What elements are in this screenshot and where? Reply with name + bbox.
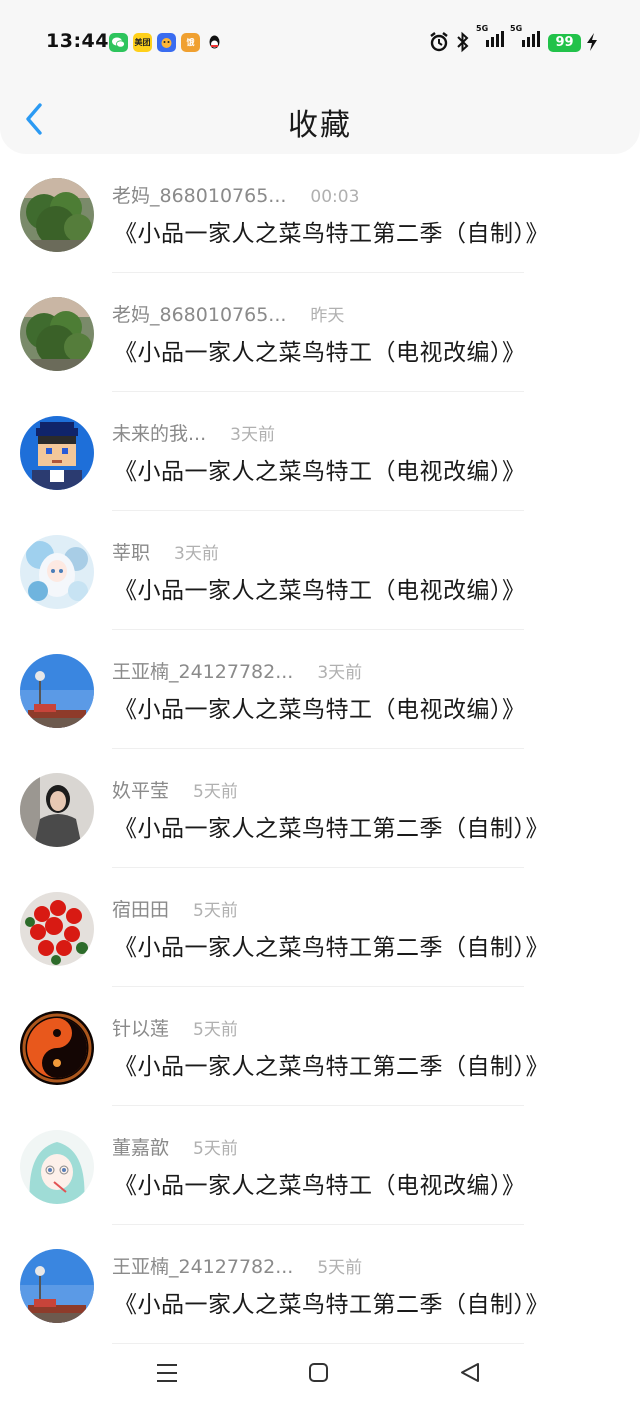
item-title: 《小品一家人之菜鸟特工第二季（自制）》 <box>114 816 549 842</box>
game-app-icon <box>157 33 176 52</box>
list-item[interactable]: 王亚楠_24127782... 5天前《小品一家人之菜鸟特工第二季（自制）》 <box>0 1225 640 1344</box>
item-meta: 宿田田 5天前 <box>112 895 238 923</box>
list-item[interactable]: 针以莲 5天前《小品一家人之菜鸟特工第二季（自制）》 <box>0 987 640 1106</box>
title-bar: 收藏 <box>0 92 640 148</box>
meituan-icon: 美团 <box>133 33 152 52</box>
item-title: 《小品一家人之菜鸟特工（电视改编）》 <box>114 340 526 366</box>
user-name: 针以莲 <box>112 1018 170 1040</box>
item-title: 《小品一家人之菜鸟特工（电视改编）》 <box>114 578 526 604</box>
list-item[interactable]: 王亚楠_24127782... 3天前《小品一家人之菜鸟特工（电视改编）》 <box>0 630 640 749</box>
home-square-icon <box>304 1363 334 1392</box>
header-area: 13:44 美团 饿 5G 5G 99 收藏 <box>0 0 640 154</box>
status-time: 13:44 <box>46 30 109 52</box>
item-title: 《小品一家人之菜鸟特工（电视改编）》 <box>114 459 526 485</box>
favorites-list: 老妈_868010765... 00:03 《小品一家人之菜鸟特工第二季（自制）》老… <box>0 154 640 1344</box>
menu-button[interactable] <box>152 1358 182 1388</box>
list-item[interactable]: 宿田田 5天前《小品一家人之菜鸟特工第二季（自制）》 <box>0 868 640 987</box>
item-time: 3天前 <box>317 663 363 683</box>
list-item[interactable]: 老妈_868010765... 00:03 《小品一家人之菜鸟特工第二季（自制）》 <box>0 154 640 273</box>
item-title: 《小品一家人之菜鸟特工（电视改编）》 <box>114 1173 526 1199</box>
item-meta: 董嘉歆 5天前 <box>112 1133 238 1161</box>
alarm-icon <box>429 31 449 53</box>
user-name: 莘职 <box>112 542 151 564</box>
bluetooth-icon <box>456 31 470 53</box>
favorites-page: 13:44 美团 饿 5G 5G 99 收藏 老妈_868010765... 0… <box>0 0 640 1406</box>
menu-icon <box>152 1364 182 1392</box>
avatar[interactable] <box>20 773 94 847</box>
system-nav-bar <box>0 1336 640 1406</box>
item-meta: 针以莲 5天前 <box>112 1014 238 1042</box>
user-name: 未来的我... <box>112 423 207 445</box>
item-meta: 王亚楠_24127782... 3天前 <box>112 657 362 685</box>
user-name: 宿田田 <box>112 899 170 921</box>
item-title: 《小品一家人之菜鸟特工第二季（自制）》 <box>114 1292 549 1318</box>
item-time: 5天前 <box>193 1139 238 1159</box>
home-button[interactable] <box>304 1358 334 1388</box>
page-title: 收藏 <box>288 108 352 143</box>
qq-icon <box>205 33 224 52</box>
user-name: 王亚楠_24127782... <box>112 1256 294 1278</box>
item-meta: 王亚楠_24127782... 5天前 <box>112 1252 362 1280</box>
item-title: 《小品一家人之菜鸟特工第二季（自制）》 <box>114 221 549 247</box>
avatar[interactable] <box>20 654 94 728</box>
item-meta: 老妈_868010765... 昨天 <box>112 300 344 328</box>
user-name: 老妈_868010765... <box>112 185 287 207</box>
avatar[interactable] <box>20 1011 94 1085</box>
item-meta: 莘职 3天前 <box>112 538 219 566</box>
list-item[interactable]: 奺平莹 5天前《小品一家人之菜鸟特工第二季（自制）》 <box>0 749 640 868</box>
battery-icon: 99 <box>548 34 581 52</box>
avatar[interactable] <box>20 416 94 490</box>
food-app-icon: 饿 <box>181 33 200 52</box>
item-meta: 老妈_868010765... 00:03 <box>112 181 359 209</box>
item-time: 00:03 <box>310 187 360 207</box>
item-time: 5天前 <box>193 1020 238 1040</box>
user-name: 王亚楠_24127782... <box>112 661 294 683</box>
list-item[interactable]: 老妈_868010765... 昨天《小品一家人之菜鸟特工（电视改编）》 <box>0 273 640 392</box>
nav-back-button[interactable] <box>456 1358 486 1388</box>
item-title: 《小品一家人之菜鸟特工第二季（自制）》 <box>114 935 549 961</box>
charging-icon <box>585 31 599 53</box>
item-time: 3天前 <box>230 425 275 445</box>
avatar[interactable] <box>20 178 94 252</box>
list-item[interactable]: 莘职 3天前《小品一家人之菜鸟特工（电视改编）》 <box>0 511 640 630</box>
item-time: 5天前 <box>193 782 238 802</box>
item-meta: 奺平莹 5天前 <box>112 776 238 804</box>
back-triangle-icon <box>456 1363 486 1392</box>
item-title: 《小品一家人之菜鸟特工第二季（自制）》 <box>114 1054 549 1080</box>
user-name: 老妈_868010765... <box>112 304 287 326</box>
item-time: 昨天 <box>310 306 345 326</box>
list-item[interactable]: 未来的我... 3天前《小品一家人之菜鸟特工（电视改编）》 <box>0 392 640 511</box>
item-time: 5天前 <box>193 901 238 921</box>
avatar[interactable] <box>20 535 94 609</box>
user-name: 董嘉歆 <box>112 1137 170 1159</box>
avatar[interactable] <box>20 1249 94 1323</box>
avatar[interactable] <box>20 892 94 966</box>
wechat-icon <box>109 33 128 52</box>
item-time: 5天前 <box>317 1258 363 1278</box>
item-title: 《小品一家人之菜鸟特工（电视改编）》 <box>114 697 526 723</box>
item-time: 3天前 <box>174 544 219 564</box>
avatar[interactable] <box>20 1130 94 1204</box>
list-item[interactable]: 董嘉歆 5天前《小品一家人之菜鸟特工（电视改编）》 <box>0 1106 640 1225</box>
status-bar: 13:44 美团 饿 5G 5G 99 <box>0 22 640 62</box>
item-meta: 未来的我... 3天前 <box>112 419 275 447</box>
user-name: 奺平莹 <box>112 780 170 802</box>
avatar[interactable] <box>20 297 94 371</box>
